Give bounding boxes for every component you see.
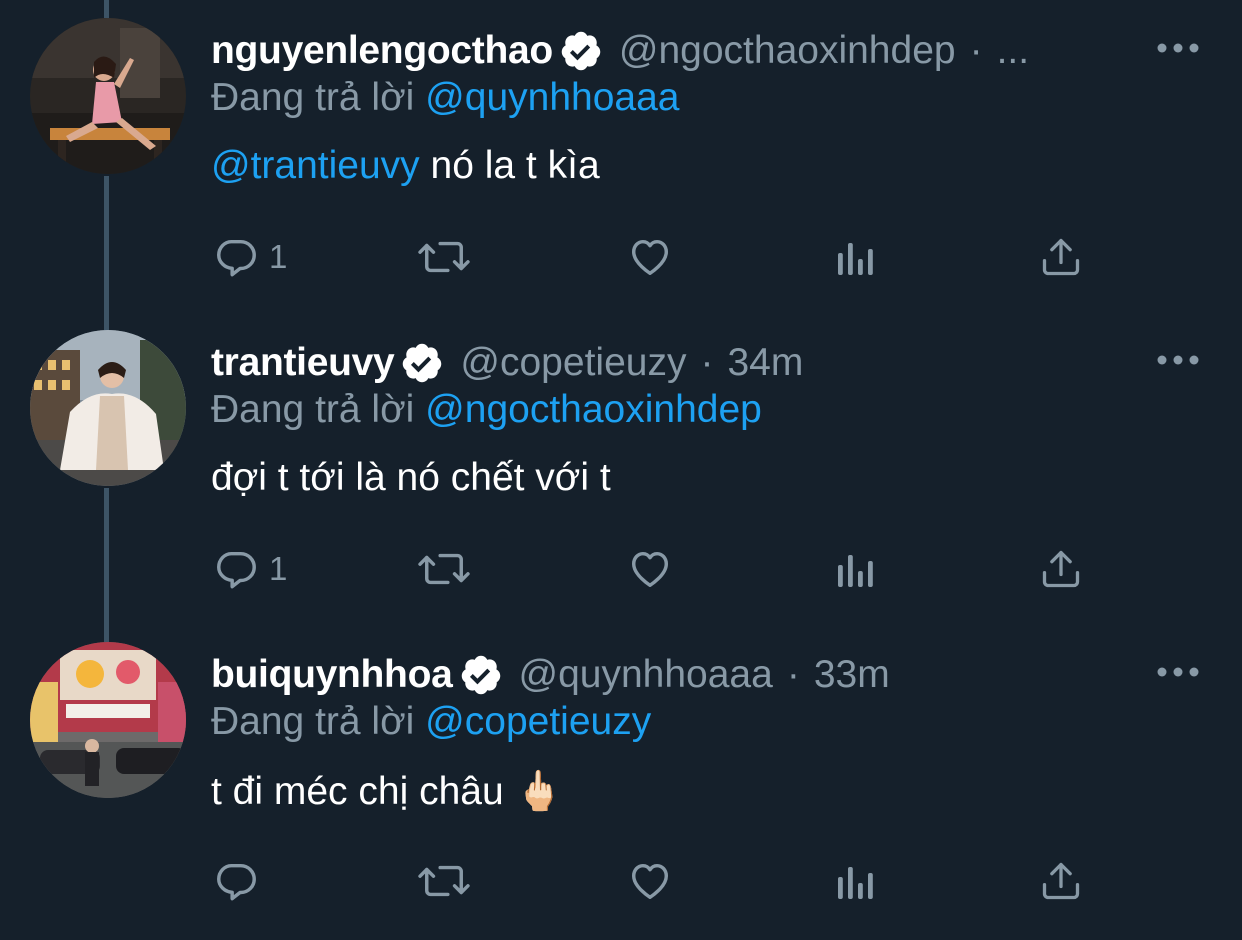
retweet-icon [418, 865, 470, 897]
share-button[interactable] [1039, 544, 1083, 594]
replying-to-label: Đang trả lời [211, 700, 415, 743]
like-icon [631, 239, 669, 276]
tweet-actions [0, 856, 1242, 906]
retweet-button[interactable] [416, 856, 472, 906]
reply-button[interactable] [213, 856, 269, 906]
verified-badge-icon [559, 29, 603, 73]
retweet-button[interactable] [416, 232, 472, 282]
analytics-icon [838, 243, 873, 275]
reply-icon [217, 863, 256, 901]
tweet-timestamp[interactable]: ... [997, 29, 1030, 73]
tweet-text-content: đợi t tới là nó chết với t [211, 456, 611, 499]
analytics-icon [838, 555, 873, 587]
tweet-header: buiquynhhoa @quynhhoaaa · 33m [211, 650, 890, 700]
replying-to: Đang trả lời @ngocthaoxinhdep [211, 388, 762, 432]
user-handle[interactable]: @quynhhoaaa [519, 653, 773, 697]
share-icon [1042, 238, 1080, 276]
tweet-actions: 1 [0, 544, 1242, 594]
reply-count: 1 [269, 238, 288, 275]
reply-mention-link[interactable]: @copetieuzy [425, 700, 651, 743]
reply-icon [217, 239, 256, 277]
analytics-button[interactable] [836, 856, 876, 906]
separator-dot: · [969, 29, 983, 72]
verified-badge-icon [400, 341, 444, 385]
text-mention-link[interactable]: @trantieuvy [211, 144, 420, 187]
tweet-text: @trantieuvy nó la t kìa [211, 144, 600, 188]
analytics-button[interactable] [836, 544, 876, 594]
tweet-text: t đi méc chị châu 🖕🏻 [211, 768, 563, 814]
replying-to: Đang trả lời @quynhhoaaa [211, 76, 679, 120]
like-button[interactable] [627, 232, 673, 282]
like-button[interactable] [627, 856, 673, 906]
like-icon [631, 551, 669, 588]
reply-button[interactable]: 1 [213, 544, 287, 594]
retweet-button[interactable] [416, 544, 472, 594]
tweet[interactable]: buiquynhhoa @quynhhoaaa · 33m Đang trả l… [0, 624, 1242, 936]
retweet-icon [418, 241, 470, 273]
separator-dot: · [786, 653, 800, 696]
tweet-actions: 1 [0, 232, 1242, 282]
tweet-header: nguyenlengocthao @ngocthaoxinhdep · ... [211, 26, 1029, 76]
display-name[interactable]: buiquynhhoa [211, 653, 453, 697]
display-name[interactable]: nguyenlengocthao [211, 29, 553, 73]
share-button[interactable] [1039, 856, 1083, 906]
separator-dot: · [700, 341, 714, 384]
user-handle[interactable]: @ngocthaoxinhdep [619, 29, 956, 73]
tweet-text-content: nó la t kìa [430, 144, 600, 187]
analytics-icon [838, 867, 873, 899]
more-icon[interactable] [1156, 662, 1200, 682]
avatar[interactable] [30, 642, 186, 798]
reply-mention-link[interactable]: @ngocthaoxinhdep [425, 388, 762, 431]
conversation-thread: nguyenlengocthao @ngocthaoxinhdep · ... … [0, 0, 1242, 940]
reply-mention-link[interactable]: @quynhhoaaa [425, 76, 679, 119]
more-icon[interactable] [1156, 350, 1200, 370]
user-handle[interactable]: @copetieuzy [460, 341, 686, 385]
share-button[interactable] [1039, 232, 1083, 282]
retweet-icon [418, 553, 470, 585]
tweet-timestamp[interactable]: 33m [814, 653, 890, 697]
analytics-button[interactable] [836, 232, 876, 282]
tweet[interactable]: nguyenlengocthao @ngocthaoxinhdep · ... … [0, 0, 1242, 312]
replying-to-label: Đang trả lời [211, 388, 415, 431]
tweet-text-content: t đi méc chị châu 🖕🏻 [211, 770, 564, 813]
tweet-timestamp[interactable]: 34m [727, 341, 803, 385]
avatar[interactable] [30, 18, 186, 174]
share-icon [1042, 550, 1080, 588]
tweet-text: đợi t tới là nó chết với t [211, 456, 611, 500]
reply-count: 1 [269, 550, 288, 587]
more-icon[interactable] [1156, 38, 1200, 58]
reply-icon [217, 551, 256, 589]
replying-to-label: Đang trả lời [211, 76, 415, 119]
display-name[interactable]: trantieuvy [211, 341, 395, 385]
replying-to: Đang trả lời @copetieuzy [211, 700, 651, 744]
like-button[interactable] [627, 544, 673, 594]
like-icon [631, 863, 669, 900]
reply-button[interactable]: 1 [213, 232, 287, 282]
tweet-header: trantieuvy @copetieuzy · 34m [211, 338, 803, 388]
avatar[interactable] [30, 330, 186, 486]
tweet[interactable]: trantieuvy @copetieuzy · 34m Đang trả lờ… [0, 312, 1242, 624]
share-icon [1042, 862, 1080, 900]
verified-badge-icon [459, 653, 503, 697]
